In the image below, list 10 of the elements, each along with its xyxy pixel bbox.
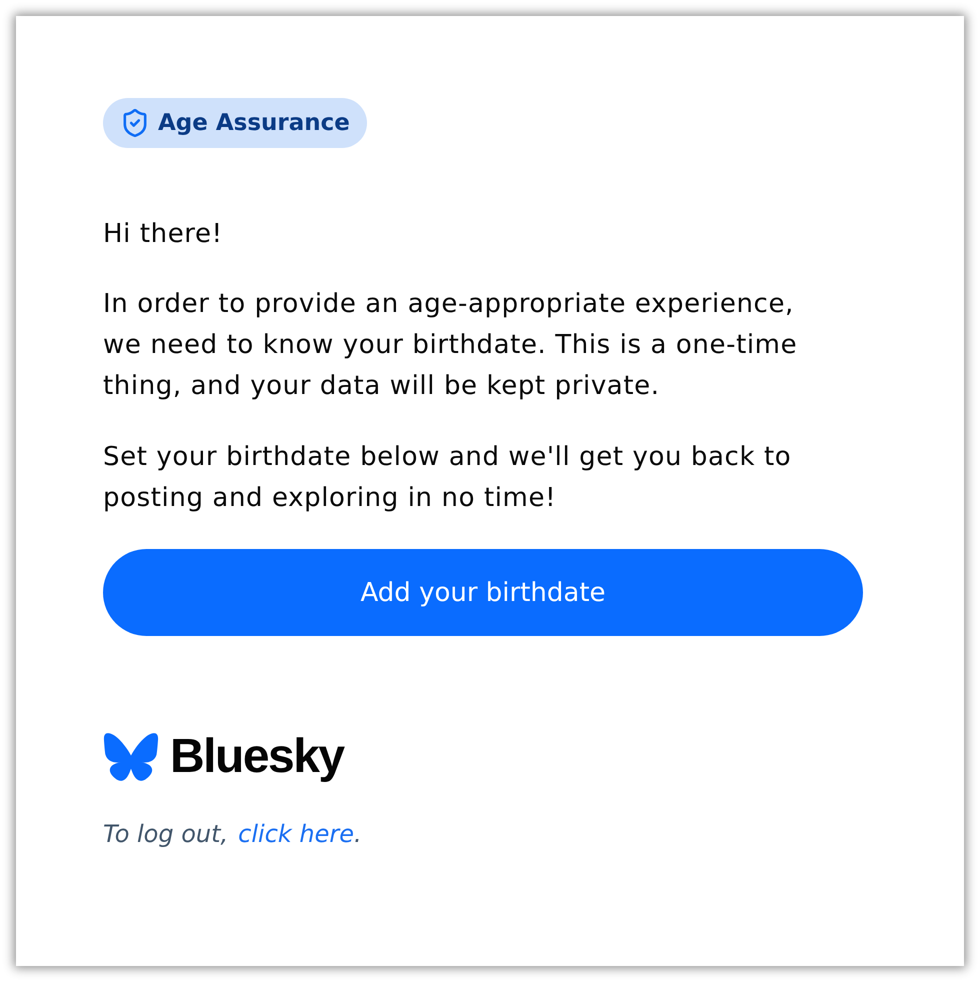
butterfly-icon <box>103 732 159 782</box>
badge-label: Age Assurance <box>158 110 350 136</box>
logo-wordmark: Bluesky <box>170 733 344 781</box>
greeting-text: Hi there! <box>103 218 223 251</box>
body-paragraph: In order to provide an age-appropriate experience, we need to know your birthdate. This is a one-time thing, and your data will be kept private. <box>103 288 798 403</box>
shield-check-icon <box>122 109 148 137</box>
add-birthdate-button[interactable]: Add your birthdate <box>103 549 863 636</box>
body-paragraph: Set your birthdate below and we'll get you back to posting and exploring in no time! <box>103 441 792 515</box>
logout-link[interactable]: click here <box>238 820 354 848</box>
logout-note: To log out, click here. <box>103 820 362 848</box>
